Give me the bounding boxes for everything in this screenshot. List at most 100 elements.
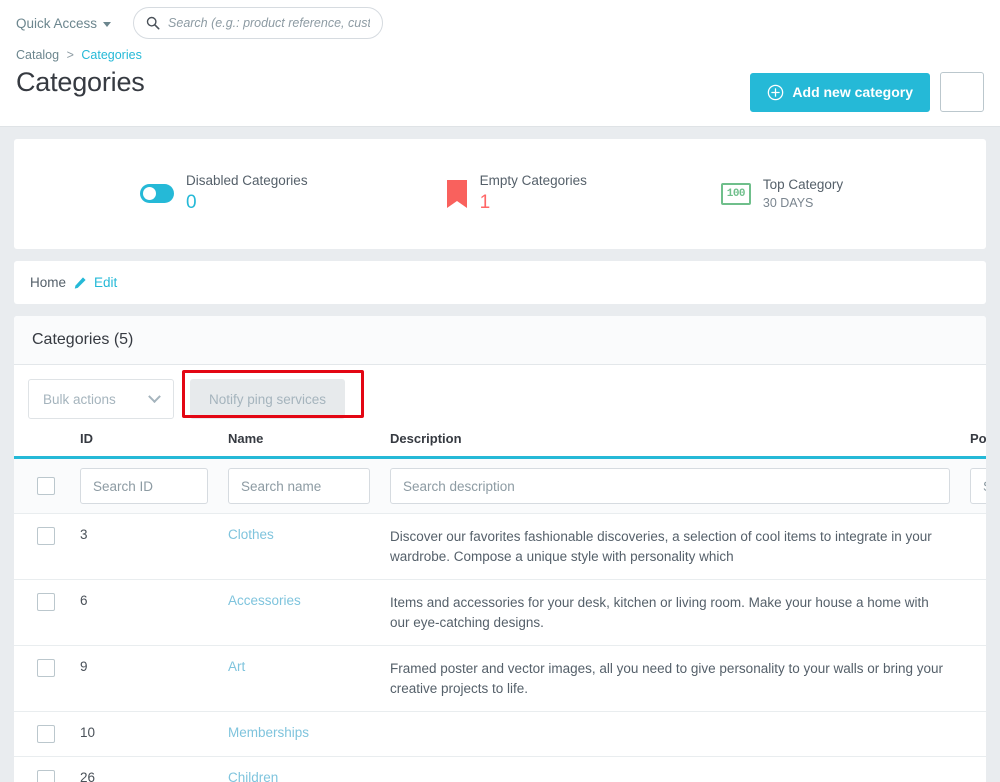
search-icon	[146, 16, 160, 30]
header-actions: Add new category	[750, 66, 984, 112]
kpi-search[interactable]	[853, 179, 986, 209]
row-position	[960, 711, 986, 758]
kpi-value: 0	[186, 192, 197, 214]
quick-access-dropdown[interactable]: Quick Access	[16, 15, 112, 31]
hundred-icon: 100	[720, 183, 751, 205]
row-description	[380, 756, 960, 782]
table-row[interactable]: 9 Art Framed poster and vector images, a…	[14, 645, 986, 713]
row-description	[380, 711, 960, 758]
row-description: Framed poster and vector images, all you…	[380, 645, 960, 713]
quick-access-label: Quick Access	[16, 15, 98, 31]
table-row[interactable]: 3 Clothes Discover our favorites fashion…	[14, 513, 986, 581]
categories-table: ID Name Description Position	[14, 425, 986, 782]
kpi-sub: 30 DAYS	[762, 195, 814, 210]
filter-name-cell	[218, 457, 380, 514]
toggle-on-icon	[140, 184, 174, 204]
filter-position-cell	[960, 457, 986, 514]
kpi-card: Disabled Categories 0 Empty Categories 1…	[14, 139, 986, 249]
row-checkbox[interactable]	[37, 527, 55, 545]
row-description: Discover our favorites fashionable disco…	[380, 513, 960, 581]
row-name-link[interactable]: Children	[228, 770, 278, 782]
kpi-top-category[interactable]: 100 Top Category 30 DAYS	[597, 176, 853, 211]
category-edit-link[interactable]: Edit	[94, 275, 117, 290]
category-path-card: Home Edit	[14, 261, 986, 304]
search-description-input[interactable]	[390, 468, 950, 504]
row-checkbox[interactable]	[37, 725, 55, 744]
global-search-input[interactable]	[166, 15, 373, 31]
caret-down-icon	[103, 21, 112, 27]
kpi-label: Top Category	[762, 177, 844, 193]
add-new-category-button[interactable]: Add new category	[750, 72, 930, 112]
table-row[interactable]: 26 Children	[14, 756, 986, 782]
kpi-empty-categories[interactable]: Empty Categories 1	[318, 172, 597, 216]
row-name-cell: Accessories	[218, 579, 380, 647]
panel-title: Categories (5)	[14, 316, 986, 365]
row-id: 26	[70, 756, 218, 782]
breadcrumb-current[interactable]: Categories	[81, 48, 141, 62]
notify-ping-services-button[interactable]: Notify ping services	[190, 379, 346, 419]
row-checkbox-cell	[14, 513, 70, 581]
header-help-button[interactable]	[940, 72, 984, 112]
add-new-category-label: Add new category	[792, 84, 913, 100]
table-row[interactable]: 6 Accessories Items and accessories for …	[14, 579, 986, 647]
filter-select-all-cell	[14, 457, 70, 514]
page-header: Catalog > Categories Categories Add new …	[0, 46, 1000, 127]
row-name-link[interactable]: Clothes	[228, 527, 274, 542]
row-position	[960, 756, 986, 782]
breadcrumb: Catalog > Categories	[16, 46, 984, 62]
select-all-checkbox[interactable]	[37, 477, 55, 495]
column-header-name[interactable]: Name	[218, 425, 380, 459]
column-header-checkbox	[14, 425, 70, 459]
filter-description-cell	[380, 457, 960, 514]
column-header-description[interactable]: Description	[380, 425, 960, 459]
table-row[interactable]: 10 Memberships	[14, 711, 986, 758]
row-id: 6	[70, 579, 218, 647]
search-name-input[interactable]	[228, 468, 370, 504]
row-name-link[interactable]: Accessories	[228, 593, 301, 608]
categories-list-panel: Categories (5) Bulk actions Notify ping …	[14, 316, 986, 782]
column-header-position[interactable]: Position	[960, 425, 986, 459]
filter-id-cell	[70, 457, 218, 514]
page-content: Disabled Categories 0 Empty Categories 1…	[0, 127, 1000, 782]
bulk-actions-dropdown[interactable]: Bulk actions	[28, 379, 174, 419]
row-checkbox[interactable]	[37, 659, 55, 678]
row-id: 3	[70, 513, 218, 581]
row-checkbox[interactable]	[37, 770, 55, 782]
row-position	[960, 579, 986, 647]
search-position-input[interactable]	[970, 468, 986, 504]
row-id: 10	[70, 711, 218, 758]
column-header-id[interactable]: ID	[70, 425, 218, 459]
row-checkbox-cell	[14, 645, 70, 713]
kpi-disabled-categories[interactable]: Disabled Categories 0	[14, 172, 318, 216]
row-name-link[interactable]: Memberships	[228, 725, 309, 740]
search-id-input[interactable]	[80, 468, 208, 504]
row-name-link[interactable]: Art	[228, 659, 245, 674]
row-name-cell: Clothes	[218, 513, 380, 581]
kpi-label: Empty Categories	[479, 173, 587, 189]
row-position	[960, 513, 986, 581]
row-description: Items and accessories for your desk, kit…	[380, 579, 960, 647]
row-checkbox[interactable]	[37, 593, 55, 612]
row-name-cell: Art	[218, 645, 380, 713]
category-path-home[interactable]: Home	[30, 275, 66, 290]
breadcrumb-parent[interactable]: Catalog	[16, 48, 59, 62]
table-header-row: ID Name Description Position	[14, 425, 986, 459]
row-checkbox-cell	[14, 711, 70, 758]
row-name-cell: Children	[218, 756, 380, 782]
row-name-cell: Memberships	[218, 711, 380, 758]
panel-toolbar: Bulk actions Notify ping services	[14, 365, 986, 425]
categories-table-body: 3 Clothes Discover our favorites fashion…	[14, 457, 986, 782]
bookmark-icon	[446, 179, 467, 208]
row-position	[960, 645, 986, 713]
breadcrumb-separator: >	[66, 48, 74, 62]
bulk-actions-label: Bulk actions	[43, 391, 116, 407]
top-navigation-bar: Quick Access	[0, 0, 1000, 46]
hundred-icon-text: 100	[726, 188, 746, 200]
kpi-value: 1	[479, 192, 491, 214]
page-title: Categories	[16, 67, 145, 97]
global-search-box[interactable]	[133, 7, 384, 39]
table-filter-row	[14, 457, 986, 514]
pencil-icon	[74, 276, 86, 289]
chevron-down-icon	[148, 389, 161, 403]
row-checkbox-cell	[14, 756, 70, 782]
